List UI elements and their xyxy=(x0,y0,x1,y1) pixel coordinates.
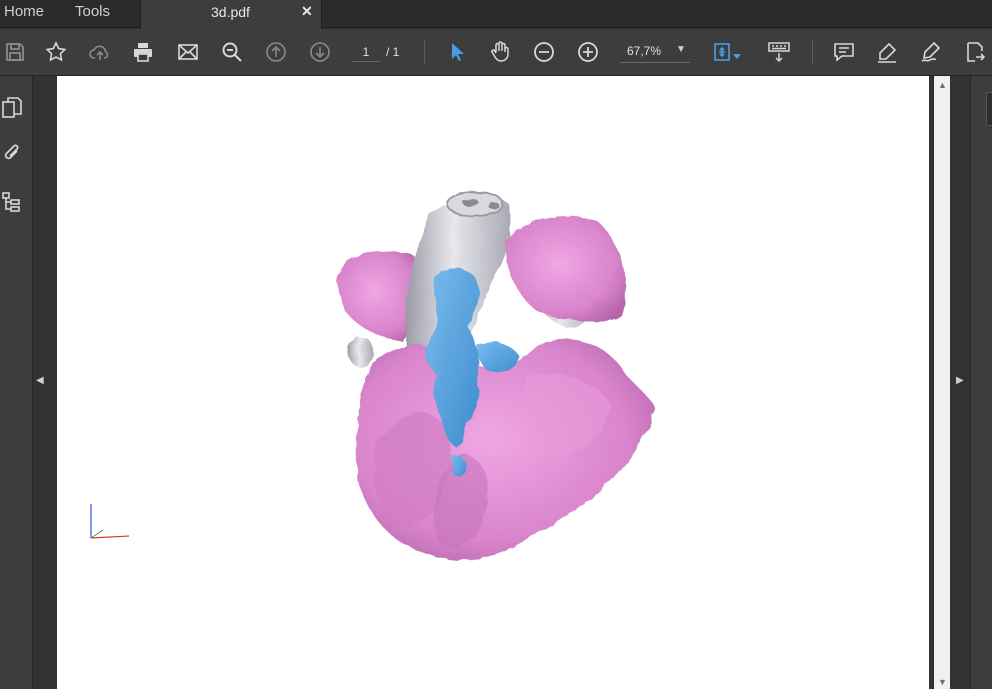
pages-icon[interactable] xyxy=(0,94,24,122)
attachment-icon[interactable] xyxy=(0,139,24,167)
tab-home[interactable]: Home xyxy=(4,3,44,20)
page-down-icon[interactable] xyxy=(305,37,335,67)
print-icon[interactable] xyxy=(128,37,158,67)
close-tab-icon[interactable]: ✕ xyxy=(301,3,313,20)
toolbar-separator xyxy=(812,39,813,65)
page-total: / 1 xyxy=(386,45,400,59)
keyboard-icon[interactable] xyxy=(764,37,794,67)
zoom-search-icon[interactable] xyxy=(217,37,247,67)
email-icon[interactable] xyxy=(173,37,203,67)
scroll-down-icon[interactable]: ▼ xyxy=(938,677,947,687)
zoom-value: 67,7% xyxy=(627,44,662,58)
comment-icon[interactable] xyxy=(829,37,859,67)
bookmark-star-icon[interactable] xyxy=(41,37,71,67)
zoom-out-icon[interactable] xyxy=(529,37,559,67)
hand-pan-icon[interactable] xyxy=(485,37,515,67)
main-toolbar: / 1 67,7% ▼ xyxy=(0,29,992,76)
tab-document-label: 3d.pdf xyxy=(211,4,250,20)
chevron-down-icon: ▼ xyxy=(676,44,686,55)
pdf-page xyxy=(57,76,929,689)
scroll-up-icon[interactable]: ▲ xyxy=(938,80,947,90)
select-arrow-icon[interactable] xyxy=(442,37,472,67)
left-navigation-pane xyxy=(0,76,33,689)
zoom-select[interactable]: 67,7% ▼ xyxy=(620,41,690,63)
upload-cloud-icon[interactable] xyxy=(85,37,115,67)
tab-document[interactable]: 3d.pdf ✕ xyxy=(140,0,322,29)
right-pane-tab[interactable] xyxy=(986,92,992,126)
send-icon[interactable] xyxy=(960,37,990,67)
layers-icon[interactable] xyxy=(0,188,24,216)
tab-tools[interactable]: Tools xyxy=(75,3,110,20)
right-tools-pane xyxy=(970,76,992,689)
3d-heart-model[interactable] xyxy=(57,76,929,689)
collapse-left-pane-icon[interactable]: ◀ xyxy=(36,375,44,386)
save-icon[interactable] xyxy=(0,37,30,67)
zoom-in-icon[interactable] xyxy=(573,37,603,67)
page-up-icon[interactable] xyxy=(261,37,291,67)
tab-bar: Home Tools 3d.pdf ✕ xyxy=(0,0,992,29)
heart-ventricles xyxy=(355,339,656,561)
axes-triad xyxy=(90,504,130,539)
vertical-scrollbar[interactable]: ▲ ▼ xyxy=(933,76,950,689)
current-page-input[interactable] xyxy=(352,42,380,62)
fit-page-dropdown-icon[interactable] xyxy=(730,41,744,71)
highlight-icon[interactable] xyxy=(872,37,902,67)
expand-right-pane-icon[interactable]: ▶ xyxy=(956,375,964,386)
sign-icon[interactable] xyxy=(916,37,946,67)
toolbar-separator xyxy=(424,39,425,65)
pulmonary-artery xyxy=(505,216,626,322)
